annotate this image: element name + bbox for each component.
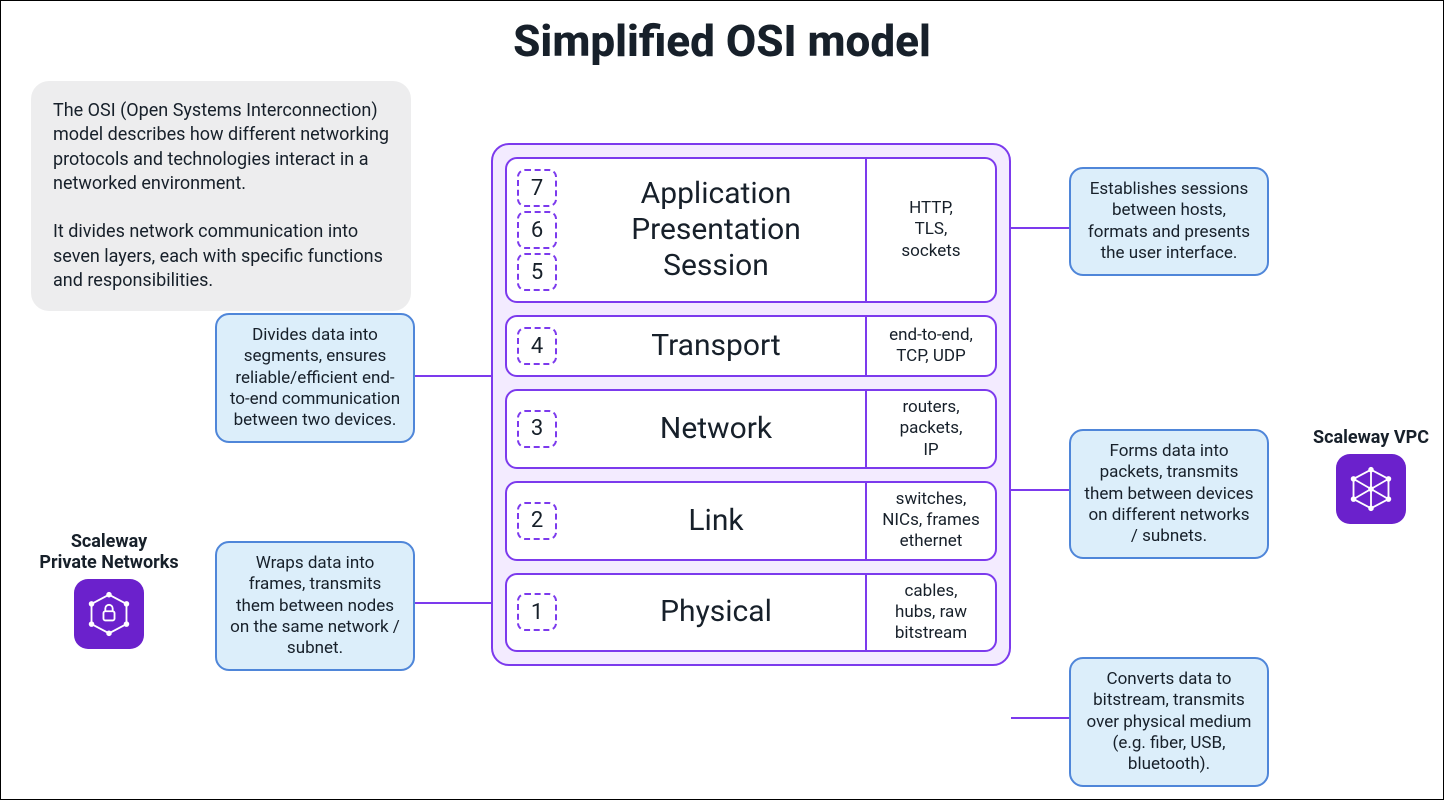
connector-link <box>413 602 493 604</box>
layer-numbers: 3 <box>507 391 567 467</box>
layer-name: Application Presentation Session <box>567 159 865 301</box>
connector-transport <box>413 375 493 377</box>
note-transport: Divides data into segments, ensures reli… <box>215 313 415 443</box>
layer-numbers: 7 6 5 <box>507 159 567 301</box>
note-physical: Converts data to bitstream, transmits ov… <box>1069 657 1269 787</box>
note-application: Establishes sessions between hosts, form… <box>1069 167 1269 276</box>
intro-box: The OSI (Open Systems Interconnection) m… <box>31 81 411 311</box>
layer-number: 6 <box>517 211 557 249</box>
layer-numbers: 1 <box>507 575 567 651</box>
layer-protocols: cables, hubs, raw bitstream <box>865 575 995 651</box>
layer-protocols: HTTP, TLS, sockets <box>865 159 995 301</box>
layer-number: 1 <box>517 593 557 631</box>
connector-app <box>1011 227 1071 229</box>
layer-number: 7 <box>517 169 557 207</box>
layer-name: Network <box>567 391 865 467</box>
layer-link: 2 Link switches, NICs, frames ethernet <box>505 481 997 561</box>
note-network: Forms data into packets, transmits them … <box>1069 429 1269 559</box>
layer-name: Physical <box>567 575 865 651</box>
layer-network: 3 Network routers, packets, IP <box>505 389 997 469</box>
layer-number: 4 <box>517 327 557 365</box>
layer-numbers: 2 <box>507 483 567 559</box>
layer-name: Link <box>567 483 865 559</box>
connector-physical <box>1011 717 1071 719</box>
network-mesh-icon <box>1336 454 1406 524</box>
connector-network <box>1011 489 1071 491</box>
layer-protocols: end-to-end, TCP, UDP <box>865 317 995 375</box>
layer-number: 5 <box>517 253 557 291</box>
note-link: Wraps data into frames, transmits them b… <box>215 541 415 671</box>
layer-transport: 4 Transport end-to-end, TCP, UDP <box>505 315 997 377</box>
badge-label: Scaleway Private Networks <box>39 531 178 573</box>
layer-name: Transport <box>567 317 865 375</box>
layer-numbers: 4 <box>507 317 567 375</box>
layer-protocols: routers, packets, IP <box>865 391 995 467</box>
diagram-page: Simplified OSI model The OSI (Open Syste… <box>0 0 1444 800</box>
page-title: Simplified OSI model <box>1 15 1443 67</box>
layer-number: 2 <box>517 502 557 540</box>
osi-stack: 7 6 5 Application Presentation Session H… <box>491 143 1011 666</box>
layer-number: 3 <box>517 410 557 448</box>
layer-application: 7 6 5 Application Presentation Session H… <box>505 157 997 303</box>
layer-protocols: switches, NICs, frames ethernet <box>865 483 995 559</box>
badge-vpc: Scaleway VPC <box>1281 427 1444 524</box>
badge-label: Scaleway VPC <box>1313 427 1429 448</box>
network-lock-icon <box>74 579 144 649</box>
layer-physical: 1 Physical cables, hubs, raw bitstream <box>505 573 997 653</box>
badge-private-networks: Scaleway Private Networks <box>19 531 199 649</box>
